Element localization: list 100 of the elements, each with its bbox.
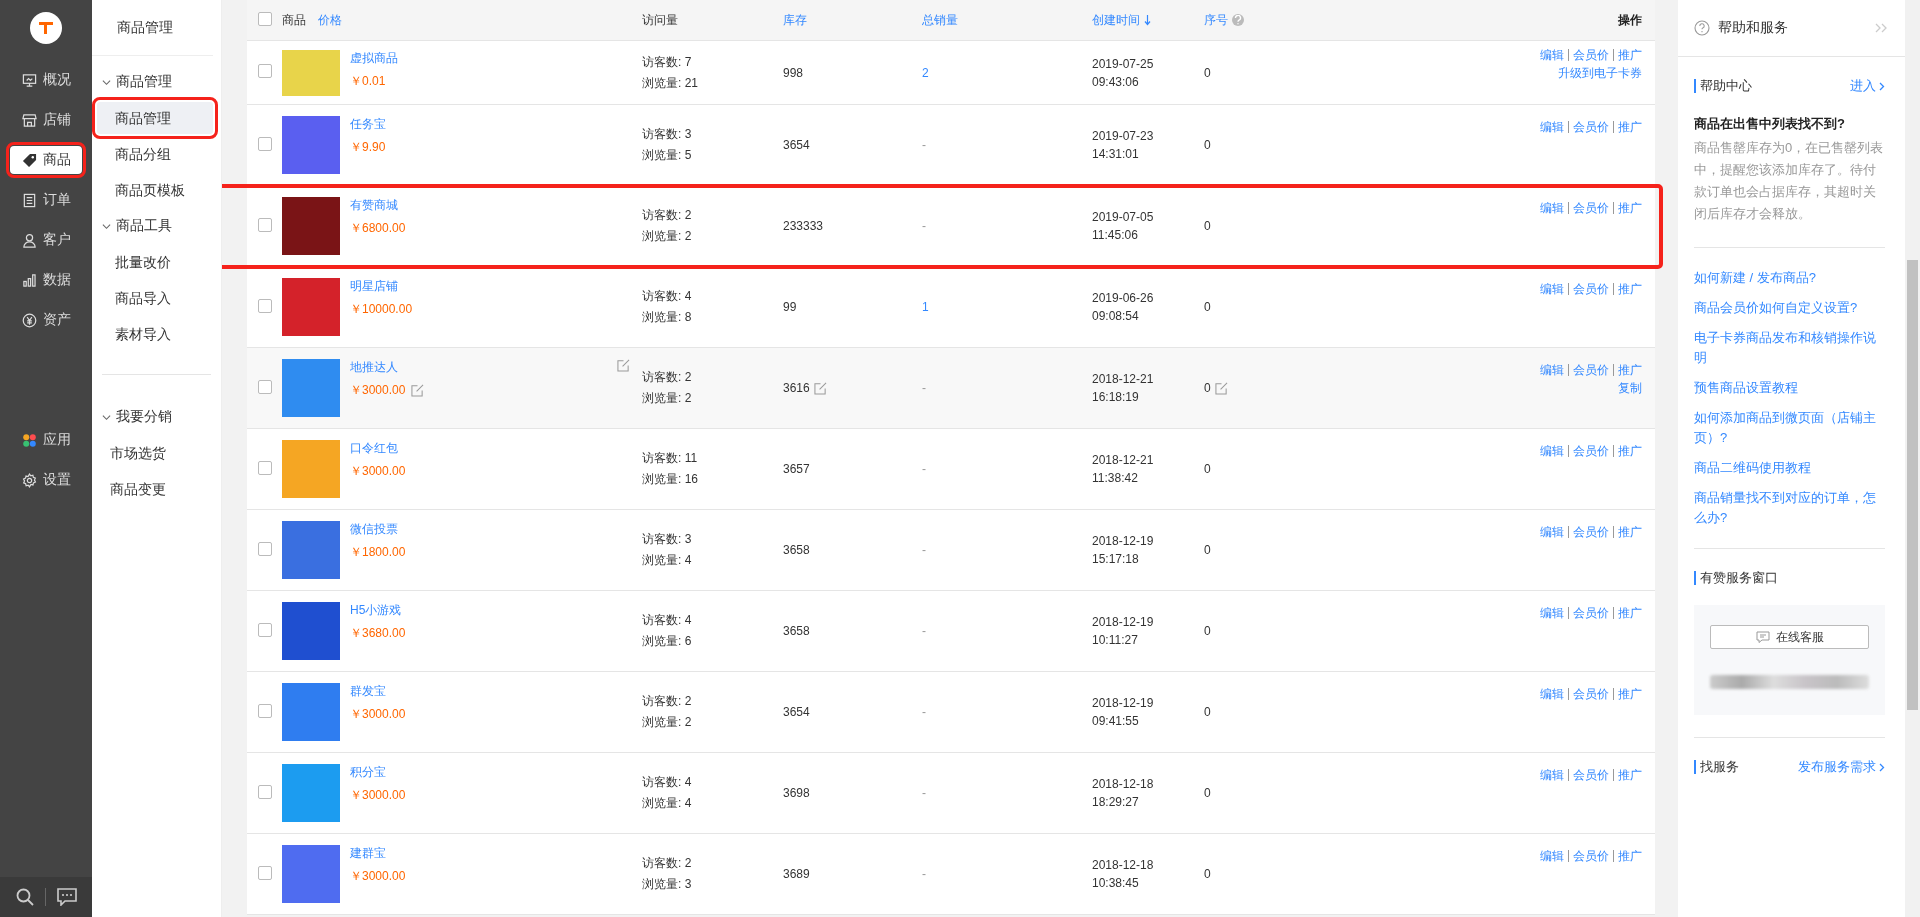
- edit-icon[interactable]: [617, 359, 630, 372]
- action-link[interactable]: 编辑: [1536, 49, 1568, 61]
- edit-icon[interactable]: [1214, 381, 1228, 395]
- select-all-checkbox[interactable]: [258, 11, 272, 26]
- help-article-link[interactable]: 商品会员价如何自定义设置?: [1694, 298, 1885, 318]
- product-name-link[interactable]: H5小游戏: [350, 602, 406, 619]
- help-article-link[interactable]: 商品二维码使用教程: [1694, 458, 1885, 478]
- help-article-link[interactable]: 电子卡券商品发布和核销操作说明: [1694, 328, 1885, 368]
- action-link[interactable]: 编辑: [1536, 202, 1568, 214]
- action-link[interactable]: 编辑: [1536, 364, 1568, 376]
- action-link[interactable]: 会员价: [1568, 607, 1613, 619]
- action-link[interactable]: 复制: [1614, 382, 1642, 394]
- enter-link[interactable]: 进入: [1850, 79, 1885, 93]
- action-link[interactable]: 会员价: [1568, 121, 1613, 133]
- nav-item[interactable]: 资产: [10, 306, 82, 334]
- sub-nav-item[interactable]: 商品分组: [97, 138, 213, 170]
- sub-nav-item[interactable]: 商品导入: [97, 282, 213, 314]
- product-name-link[interactable]: 积分宝: [350, 764, 406, 781]
- product-name-link[interactable]: 建群宝: [350, 845, 406, 862]
- nav-item[interactable]: 数据: [10, 266, 82, 294]
- row-checkbox[interactable]: [258, 379, 272, 394]
- sub-nav-item[interactable]: 批量改价: [97, 246, 213, 278]
- row-checkbox[interactable]: [258, 541, 272, 556]
- edit-icon[interactable]: [411, 384, 425, 397]
- action-link[interactable]: 编辑: [1536, 850, 1568, 862]
- help-article-link[interactable]: 商品销量找不到对应的订单，怎么办?: [1694, 488, 1885, 528]
- column-header[interactable]: 总销量: [922, 11, 958, 29]
- sub-nav-item[interactable]: 商品变更: [92, 473, 203, 505]
- search-icon[interactable]: [15, 887, 36, 907]
- column-header[interactable]: 创建时间: [1092, 11, 1151, 29]
- row-checkbox[interactable]: [258, 136, 272, 151]
- product-name-link[interactable]: 地推达人: [350, 359, 425, 376]
- sub-nav-item[interactable]: 商品页模板: [97, 174, 213, 206]
- action-link[interactable]: 推广: [1613, 283, 1642, 295]
- row-checkbox[interactable]: [258, 703, 272, 718]
- help-article-link[interactable]: 预售商品设置教程: [1694, 378, 1885, 398]
- group-header[interactable]: 商品管理: [92, 68, 221, 96]
- product-name-link[interactable]: 微信投票: [350, 521, 406, 538]
- action-link[interactable]: 会员价: [1568, 283, 1613, 295]
- action-link[interactable]: 编辑: [1536, 283, 1568, 295]
- action-link[interactable]: 编辑: [1536, 688, 1568, 700]
- action-link[interactable]: 推广: [1613, 526, 1642, 538]
- action-link[interactable]: 会员价: [1568, 769, 1613, 781]
- row-checkbox[interactable]: [258, 865, 272, 880]
- chat-icon[interactable]: [56, 888, 77, 906]
- nav-item[interactable]: 订单: [10, 186, 82, 214]
- group-header[interactable]: 我要分销: [92, 403, 211, 431]
- row-checkbox[interactable]: [258, 217, 272, 232]
- action-link[interactable]: 推广: [1613, 769, 1642, 781]
- row-checkbox[interactable]: [258, 784, 272, 799]
- column-header[interactable]: 序号: [1204, 11, 1244, 29]
- action-link[interactable]: 推广: [1613, 850, 1642, 862]
- action-link[interactable]: 推广: [1613, 364, 1642, 376]
- action-link[interactable]: 推广: [1613, 49, 1642, 61]
- product-name-link[interactable]: 明星店铺: [350, 278, 413, 295]
- action-link[interactable]: 编辑: [1536, 526, 1568, 538]
- nav-item[interactable]: 客户: [10, 226, 82, 254]
- row-checkbox[interactable]: [258, 298, 272, 313]
- action-link[interactable]: 编辑: [1536, 445, 1568, 457]
- action-link[interactable]: 推广: [1613, 688, 1642, 700]
- product-name-link[interactable]: 任务宝: [350, 116, 386, 133]
- help-article-link[interactable]: 如何添加商品到微页面（店铺主页）?: [1694, 408, 1885, 448]
- nav-item[interactable]: 设置: [10, 466, 82, 494]
- action-link[interactable]: 推广: [1613, 121, 1642, 133]
- action-link[interactable]: 会员价: [1568, 850, 1613, 862]
- online-service-button[interactable]: 在线客服: [1710, 625, 1869, 649]
- action-link[interactable]: 推广: [1613, 607, 1642, 619]
- sub-nav-item[interactable]: 市场选货: [92, 437, 203, 469]
- group-header[interactable]: 商品工具: [92, 212, 221, 240]
- double-chevron-icon[interactable]: [1875, 23, 1889, 33]
- action-link[interactable]: 编辑: [1536, 769, 1568, 781]
- action-link[interactable]: 会员价: [1568, 202, 1613, 214]
- nav-item[interactable]: 应用: [10, 426, 82, 454]
- help-article-link[interactable]: 如何新建 / 发布商品?: [1694, 268, 1885, 288]
- help-icon[interactable]: [1232, 14, 1244, 26]
- action-link[interactable]: 升级到电子卡券: [1554, 67, 1642, 79]
- row-checkbox[interactable]: [258, 460, 272, 475]
- sub-nav-item[interactable]: 素材导入: [97, 318, 213, 350]
- action-link[interactable]: 推广: [1613, 445, 1642, 457]
- row-checkbox[interactable]: [258, 622, 272, 637]
- action-link[interactable]: 推广: [1613, 202, 1642, 214]
- nav-item[interactable]: 概况: [10, 66, 82, 94]
- action-link[interactable]: 会员价: [1568, 445, 1613, 457]
- column-header[interactable]: 库存: [783, 11, 807, 29]
- action-link[interactable]: 编辑: [1536, 121, 1568, 133]
- action-link[interactable]: 会员价: [1568, 688, 1613, 700]
- row-checkbox[interactable]: [258, 64, 272, 78]
- product-name-link[interactable]: 虚拟商品: [350, 49, 398, 67]
- action-link[interactable]: 会员价: [1568, 49, 1613, 61]
- action-link[interactable]: 会员价: [1568, 526, 1613, 538]
- product-name-link[interactable]: 群发宝: [350, 683, 406, 700]
- sales-count[interactable]: 2: [922, 65, 929, 80]
- action-link[interactable]: 会员价: [1568, 364, 1613, 376]
- product-name-link[interactable]: 有赞商城: [350, 197, 406, 214]
- product-name-link[interactable]: 口令红包: [350, 440, 406, 457]
- sales-count[interactable]: 1: [922, 300, 929, 314]
- edit-icon[interactable]: [813, 381, 827, 395]
- action-link[interactable]: 编辑: [1536, 607, 1568, 619]
- column-header[interactable]: 价格: [318, 11, 342, 29]
- nav-item[interactable]: 店铺: [10, 106, 82, 134]
